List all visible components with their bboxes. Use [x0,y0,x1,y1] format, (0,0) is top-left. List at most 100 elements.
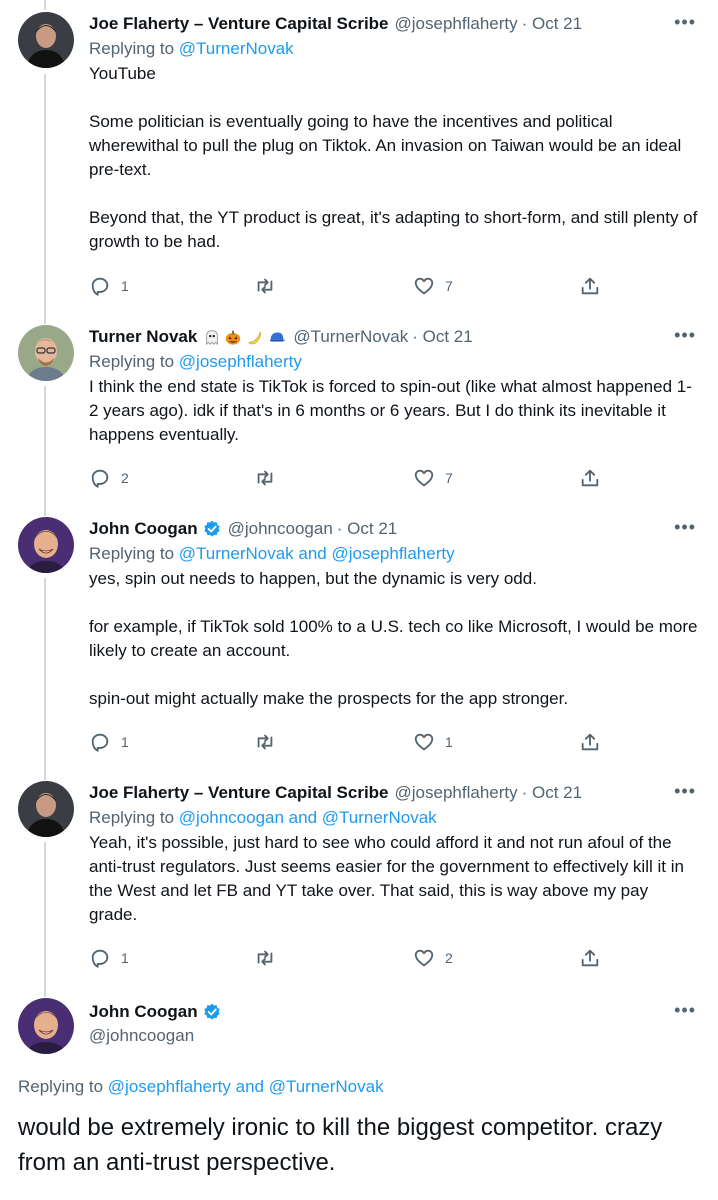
reply-mention-link[interactable]: @josephflaherty [108,1077,231,1096]
tweet-date[interactable]: · Oct 21 [412,325,472,349]
tweet-text: YouTube Some politician is eventually go… [89,64,698,251]
like-button[interactable]: 7 [413,275,453,297]
retweet-button[interactable] [253,467,277,489]
tweet-header: John Coogan [89,1000,700,1024]
tweet[interactable]: John Coogan @johncoogan · Oct 21 ••• Rep… [0,517,718,767]
like-button[interactable]: 7 [413,467,453,489]
reply-mention-link[interactable]: @johncoogan [179,808,284,827]
replying-prefix: Replying to [89,808,179,827]
reply-count: 1 [121,950,129,966]
author-name[interactable]: John Coogan [89,1000,198,1024]
thread-connector [44,0,46,10]
tweet-text: I think the end state is TikTok is force… [89,377,692,444]
share-button[interactable] [579,947,601,969]
avatar[interactable] [18,325,74,381]
reply-mention-link[interactable]: @josephflaherty [179,352,302,371]
tweet-date[interactable]: · Oct 21 [522,12,582,36]
banana-emoji [248,331,262,345]
more-dots-icon[interactable]: ••• [674,1000,696,1020]
retweet-button[interactable] [253,275,277,297]
tweet-actions: 1 2 [89,946,609,970]
like-button[interactable]: 1 [413,731,453,753]
reply-button[interactable]: 1 [89,731,129,753]
tweet-header: Joe Flaherty – Venture Capital Scribe @j… [89,12,700,36]
replying-to: Replying to @TurnerNovak [89,36,700,62]
retweet-icon [257,734,273,750]
reply-button[interactable]: 2 [89,467,129,489]
like-count: 7 [445,470,453,486]
focused-tweet[interactable]: John Coogan @johncoogan ••• [0,998,718,1058]
author-name[interactable]: Joe Flaherty – Venture Capital Scribe [89,781,389,805]
verified-badge-icon [203,520,220,537]
tweet[interactable]: Joe Flaherty – Venture Capital Scribe @j… [0,781,718,981]
avatar[interactable] [18,12,74,68]
pumpkin-emoji [226,330,241,345]
avatar[interactable] [18,998,74,1054]
share-icon [581,277,599,295]
reply-mention-conjunction: and [283,808,322,827]
verified-badge-icon [203,1003,220,1020]
tweet-date[interactable]: · Oct 21 [522,781,582,805]
more-dots-icon[interactable]: ••• [674,12,696,32]
reply-icon [91,733,109,752]
retweet-icon [257,278,273,294]
reply-mention-link[interactable]: @TurnerNovak [322,808,437,827]
ghost-emoji [206,330,219,346]
reply-icon [91,949,109,968]
more-dots-icon[interactable]: ••• [674,325,696,345]
retweet-button[interactable] [253,947,277,969]
retweet-icon [257,950,273,966]
author-handle[interactable]: @johncoogan [228,517,333,541]
author-name[interactable]: John Coogan [89,517,198,541]
focused-tweet-text: would be extremely ironic to kill the bi… [18,1114,663,1176]
tweet-header: Turner Novak @TurnerNovak · Oct 21 [89,325,700,349]
replying-prefix: Replying to [18,1077,108,1096]
name-emojis [203,328,287,346]
reply-button[interactable]: 1 [89,275,129,297]
heart-icon [414,733,434,751]
tweet-actions: 1 1 [89,730,609,754]
reply-mention-link[interactable]: @josephflaherty [331,544,454,563]
avatar[interactable] [18,781,74,837]
reply-mention-link[interactable]: @TurnerNovak [269,1077,384,1096]
avatar[interactable] [18,517,74,573]
replying-to: Replying to @johncoogan and @TurnerNovak [89,805,700,831]
tweet-header: John Coogan @johncoogan · Oct 21 [89,517,700,541]
author-handle[interactable]: @josephflaherty [395,781,518,805]
replying-prefix: Replying to [89,352,179,371]
author-handle[interactable]: @TurnerNovak [293,325,408,349]
replying-prefix: Replying to [89,39,179,58]
share-button[interactable] [579,275,601,297]
reply-mention-conjunction: and [230,1077,269,1096]
retweet-icon [257,470,273,486]
retweet-button[interactable] [253,731,277,753]
replying-to: Replying to @josephflaherty [89,349,700,375]
heart-icon [414,277,434,295]
reply-count: 1 [121,278,129,294]
reply-mention-link[interactable]: @TurnerNovak [179,39,294,58]
replying-to: Replying to @TurnerNovak and @josephflah… [89,541,700,567]
tweet-actions: 1 7 [89,274,609,298]
author-name[interactable]: Joe Flaherty – Venture Capital Scribe [89,12,389,36]
reply-mention-link[interactable]: @TurnerNovak [179,544,294,563]
more-dots-icon[interactable]: ••• [674,781,696,801]
reply-mention-conjunction: and [293,544,332,563]
like-count: 7 [445,278,453,294]
author-handle[interactable]: @josephflaherty [395,12,518,36]
reply-icon [91,277,109,296]
reply-button[interactable]: 1 [89,947,129,969]
share-button[interactable] [579,467,601,489]
author-name[interactable]: Turner Novak [89,325,197,349]
share-icon [581,469,599,487]
author-handle[interactable]: @johncoogan [89,1024,700,1048]
tweet-date[interactable]: · Oct 21 [337,517,397,541]
tweet-header: Joe Flaherty – Venture Capital Scribe @j… [89,781,700,805]
share-icon [581,733,599,751]
share-button[interactable] [579,731,601,753]
like-button[interactable]: 2 [413,947,453,969]
tweet-text: Yeah, it's possible, just hard to see wh… [89,833,689,924]
more-dots-icon[interactable]: ••• [674,517,696,537]
tweet[interactable]: Joe Flaherty – Venture Capital Scribe @j… [0,12,718,312]
heart-icon [414,949,434,967]
tweet[interactable]: Turner Novak @TurnerNovak · Oct 21 ••• R… [0,325,718,505]
